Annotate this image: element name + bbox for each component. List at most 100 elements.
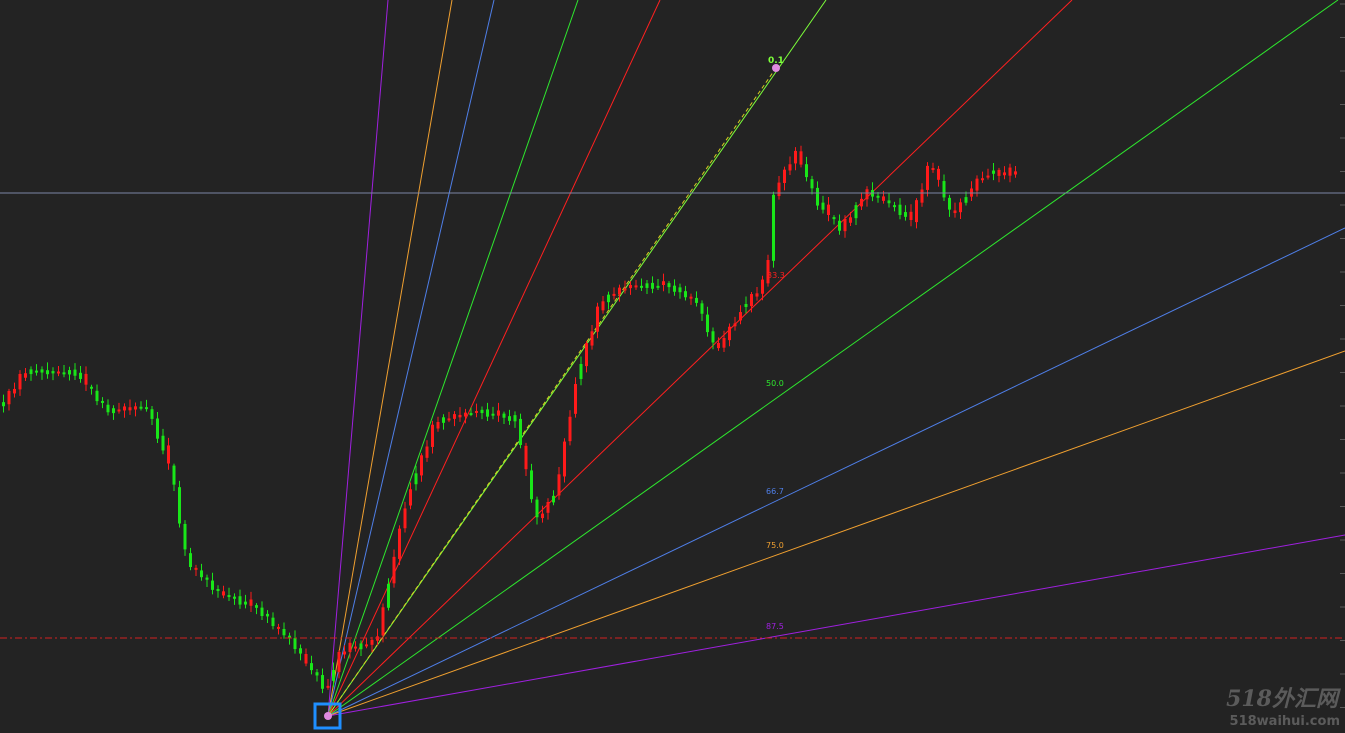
- candle: [161, 428, 165, 455]
- candle: [821, 195, 825, 214]
- candle: [101, 397, 104, 409]
- candle: [524, 442, 528, 476]
- candle: [744, 296, 748, 314]
- candle: [909, 204, 913, 227]
- chart-area[interactable]: 0.1 33.3 50.0 66.7 75.0 87.5 518外汇网 518waihui.c…: [0, 0, 1345, 733]
- candle: [310, 655, 313, 675]
- fan-line: [327, 0, 1339, 717]
- candle: [40, 366, 44, 380]
- candle: [579, 356, 583, 386]
- candle: [315, 668, 319, 682]
- candle: [706, 306, 709, 337]
- candle: [453, 411, 456, 427]
- candle: [216, 585, 220, 598]
- fan-level-label: 87.5: [766, 622, 784, 631]
- candle: [546, 498, 550, 520]
- candle: [123, 403, 126, 418]
- candle: [436, 416, 440, 432]
- candle: [79, 365, 82, 383]
- fan-line-steep: [327, 0, 827, 717]
- chart-overlays: 0.133.350.066.775.087.5518外汇网518waihui.c…: [0, 3, 1345, 730]
- candle: [953, 202, 957, 218]
- gann-fan-lines: [327, 0, 1345, 717]
- candle: [282, 622, 286, 639]
- fan-upper-anchor[interactable]: [772, 64, 780, 72]
- candle: [634, 279, 638, 290]
- candle: [937, 165, 940, 187]
- candle: [981, 171, 984, 183]
- candle: [568, 410, 572, 446]
- candle: [293, 630, 297, 654]
- candle: [497, 402, 500, 422]
- candle: [887, 193, 891, 208]
- candle: [502, 411, 506, 425]
- candle: [304, 648, 308, 667]
- candle: [832, 215, 836, 225]
- candlestick-series: [2, 145, 1017, 694]
- fan-line-steep: [327, 0, 389, 717]
- candle: [486, 402, 489, 421]
- fan-line-steep: [327, 0, 661, 717]
- candle: [480, 406, 484, 420]
- candle: [277, 623, 280, 635]
- candle: [211, 572, 214, 595]
- candle: [931, 162, 935, 173]
- candle: [574, 377, 577, 418]
- candle: [585, 341, 588, 373]
- candle: [172, 463, 176, 491]
- candle: [62, 365, 66, 378]
- candle: [689, 293, 693, 305]
- candle: [645, 280, 649, 294]
- candle: [959, 198, 962, 219]
- price-chart[interactable]: 0.133.350.066.775.087.5518外汇网518waihui.c…: [0, 0, 1345, 733]
- candle: [684, 285, 687, 301]
- candle: [876, 191, 880, 203]
- candle: [205, 574, 209, 588]
- candle: [431, 420, 434, 454]
- candle: [700, 300, 704, 322]
- candle: [508, 409, 511, 425]
- candle: [552, 490, 555, 506]
- candle: [134, 402, 137, 417]
- candle: [90, 384, 93, 395]
- candle: [117, 402, 121, 414]
- candle: [596, 302, 599, 339]
- candle: [414, 465, 418, 491]
- candle: [189, 547, 192, 571]
- candle: [612, 287, 616, 300]
- fan-origin-anchor[interactable]: [324, 712, 332, 720]
- watermark-brand: 518外汇网: [1226, 686, 1341, 712]
- candle: [838, 214, 841, 235]
- candle: [530, 463, 533, 503]
- candle: [403, 501, 407, 533]
- candle: [139, 401, 143, 411]
- candle: [964, 191, 968, 206]
- candle: [321, 668, 324, 694]
- candle: [513, 411, 517, 428]
- candle: [288, 632, 291, 645]
- candle: [667, 281, 671, 294]
- candle: [640, 278, 643, 291]
- fan-line: [327, 534, 1345, 717]
- candle: [458, 407, 462, 422]
- candle: [942, 174, 946, 201]
- candle: [986, 168, 990, 180]
- candle: [222, 585, 225, 599]
- candle: [255, 603, 258, 615]
- candle: [156, 411, 159, 443]
- candle: [51, 367, 55, 381]
- candle: [816, 181, 819, 210]
- candle: [871, 182, 874, 202]
- candle: [827, 197, 830, 222]
- fan-line-steep: [327, 0, 453, 717]
- candle: [266, 610, 269, 623]
- candle: [755, 287, 759, 301]
- candle: [249, 591, 253, 613]
- candle: [651, 276, 654, 294]
- candle: [777, 176, 781, 200]
- candle: [178, 480, 181, 528]
- fan-line-steep: [327, 0, 495, 717]
- candle: [260, 601, 264, 621]
- candle: [607, 291, 610, 309]
- candle: [783, 166, 786, 191]
